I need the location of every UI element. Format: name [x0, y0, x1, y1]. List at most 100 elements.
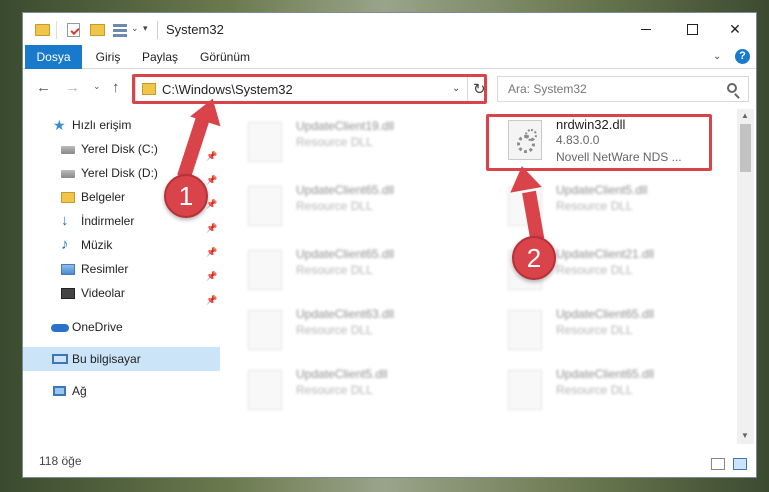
chevron-down-icon[interactable]: ⌄	[131, 23, 139, 34]
new-folder-icon[interactable]	[90, 24, 105, 36]
file-description: Resource DLL	[296, 383, 373, 397]
toolbar-divider	[56, 21, 57, 39]
star-icon: ★	[53, 117, 66, 133]
list-item[interactable]: UpdateClient65.dll Resource DLL	[508, 367, 728, 427]
vertical-scrollbar[interactable]: ▲ ▼	[737, 109, 754, 444]
window-title: System32	[166, 22, 224, 37]
dll-file-icon	[248, 250, 282, 290]
file-name: UpdateClient5.dll	[556, 183, 648, 197]
minimize-button[interactable]	[623, 13, 669, 45]
status-bar: 118 öğe	[23, 444, 756, 477]
music-icon: ♪	[61, 236, 69, 253]
explorer-window: ⌄ ▾ System32 ✕ Dosya Giriş Paylaş Görünü…	[22, 12, 757, 478]
dll-file-icon	[248, 310, 282, 350]
file-highlight-box	[486, 114, 712, 171]
title-bar: ⌄ ▾ System32 ✕	[23, 13, 756, 45]
sidebar-item-network[interactable]: Ağ	[23, 379, 220, 403]
file-name: UpdateClient21.dll	[556, 247, 655, 261]
folder-icon	[61, 192, 75, 203]
list-item[interactable]: UpdateClient65.dll Resource DLL	[248, 247, 468, 307]
download-icon: ↓	[61, 212, 69, 229]
sidebar-item-label: OneDrive	[72, 320, 123, 334]
properties-icon[interactable]	[67, 23, 80, 37]
sidebar-item-label: Resimler	[81, 262, 129, 276]
search-icon[interactable]	[727, 83, 737, 93]
tab-file[interactable]: Dosya	[25, 45, 82, 69]
scroll-up-icon[interactable]: ▲	[741, 111, 749, 120]
folder-icon	[35, 24, 50, 36]
file-description: Resource DLL	[296, 135, 373, 149]
sidebar-item-label: Müzik	[81, 238, 113, 252]
address-highlight-box	[132, 74, 487, 104]
network-icon	[53, 386, 66, 396]
sidebar-item-label: Ağ	[72, 384, 87, 398]
list-item[interactable]: UpdateClient19.dll Resource DLL	[248, 119, 468, 179]
list-item[interactable]: UpdateClient63.dll Resource DLL	[248, 307, 468, 367]
sidebar-item-label: Belgeler	[81, 190, 126, 204]
expand-ribbon-icon[interactable]: ⌄	[713, 51, 721, 62]
sidebar-item-pictures[interactable]: Resimler 📌	[23, 257, 220, 281]
title-divider	[157, 21, 158, 39]
file-name: UpdateClient65.dll	[556, 307, 655, 321]
search-placeholder: Ara: System32	[508, 82, 587, 96]
pictures-icon	[61, 264, 75, 275]
file-name: UpdateClient65.dll	[296, 183, 395, 197]
dll-file-icon	[248, 122, 282, 162]
cloud-icon	[51, 324, 69, 332]
scroll-thumb[interactable]	[740, 124, 751, 172]
file-description: Resource DLL	[556, 383, 633, 397]
back-arrow-icon[interactable]: ←	[36, 79, 51, 96]
navigation-bar: ← → ⌄ ↑ C:\Windows\System32 ⌄ ↻ Ara: Sys…	[23, 70, 756, 108]
file-description: Resource DLL	[296, 263, 373, 277]
sidebar-item-label: Yerel Disk (D:)	[81, 166, 158, 180]
dll-file-icon	[248, 186, 282, 226]
dll-file-icon	[508, 370, 542, 410]
large-icons-view-icon[interactable]	[733, 458, 747, 470]
help-icon[interactable]: ?	[735, 49, 750, 64]
pc-icon	[52, 354, 68, 364]
customize-toolbar-icon[interactable]: ▾	[143, 23, 148, 34]
file-name: UpdateClient65.dll	[296, 247, 395, 261]
file-description: Resource DLL	[556, 199, 633, 213]
step-2-badge: 2	[512, 236, 556, 280]
sidebar-item-label: Hızlı erişim	[72, 118, 132, 132]
file-name: UpdateClient63.dll	[296, 307, 395, 321]
views-icon[interactable]	[113, 23, 127, 37]
search-input[interactable]: Ara: System32	[497, 76, 749, 102]
close-button[interactable]: ✕	[712, 13, 756, 45]
maximize-button[interactable]	[669, 13, 715, 45]
list-item[interactable]: UpdateClient65.dll Resource DLL	[248, 183, 468, 243]
tab-view[interactable]: Görünüm	[195, 45, 255, 69]
recent-locations-icon[interactable]: ⌄	[93, 81, 101, 92]
sidebar-item-this-pc[interactable]: Bu bilgisayar	[23, 347, 220, 371]
file-description: Resource DLL	[556, 263, 633, 277]
item-count: 118 öğe	[39, 454, 82, 468]
sidebar-item-music[interactable]: ♪ Müzik 📌	[23, 233, 220, 257]
video-icon	[61, 288, 75, 299]
up-arrow-icon[interactable]: ↑	[112, 79, 120, 96]
dll-file-icon	[248, 370, 282, 410]
tab-share[interactable]: Paylaş	[140, 45, 180, 69]
forward-arrow-icon[interactable]: →	[65, 79, 80, 96]
sidebar-item-label: İndirmeler	[81, 214, 135, 228]
file-name: UpdateClient5.dll	[296, 367, 388, 381]
file-name: UpdateClient65.dll	[556, 367, 655, 381]
file-description: Resource DLL	[296, 323, 373, 337]
file-description: Resource DLL	[296, 199, 373, 213]
details-view-icon[interactable]	[711, 458, 725, 470]
sidebar-item-onedrive[interactable]: OneDrive	[23, 315, 220, 339]
drive-icon	[61, 170, 75, 178]
list-item[interactable]: UpdateClient65.dll Resource DLL	[508, 307, 728, 367]
ribbon-tabs: Dosya Giriş Paylaş Görünüm ⌄ ?	[23, 45, 756, 69]
sidebar-item-videos[interactable]: Videolar 📌	[23, 281, 220, 305]
tab-home[interactable]: Giriş	[89, 45, 127, 69]
scroll-down-icon[interactable]: ▼	[741, 431, 749, 440]
file-name: UpdateClient19.dll	[296, 119, 395, 133]
sidebar-item-label: Bu bilgisayar	[72, 352, 141, 366]
pin-icon[interactable]: 📌	[206, 288, 217, 312]
file-description: Resource DLL	[556, 323, 633, 337]
list-item[interactable]: UpdateClient5.dll Resource DLL	[248, 367, 468, 427]
sidebar-item-label: Videolar	[81, 286, 125, 300]
step-1-badge: 1	[164, 174, 208, 218]
sidebar-item-label: Yerel Disk (C:)	[81, 142, 158, 156]
